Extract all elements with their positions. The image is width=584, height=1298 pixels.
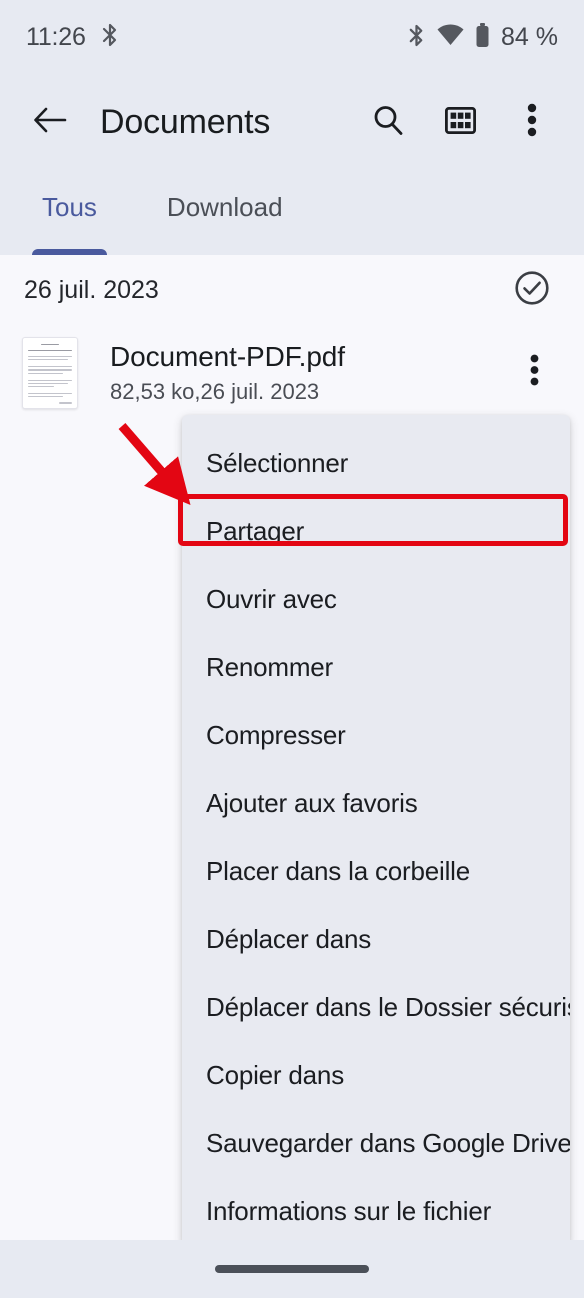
menu-item-copier-dans[interactable]: Copier dans (182, 1041, 570, 1109)
search-icon (372, 104, 404, 141)
menu-item-placer-dans-la-corbeille[interactable]: Placer dans la corbeille (182, 837, 570, 905)
menu-item-ajouter-aux-favoris[interactable]: Ajouter aux favoris (182, 769, 570, 837)
menu-item-deplacer-dans-dossier-securise[interactable]: Déplacer dans le Dossier sécurisé (182, 973, 570, 1041)
clock-time: 11:26 (26, 23, 86, 51)
overflow-menu-icon (527, 103, 537, 142)
status-bar-left: 11:26 (26, 22, 120, 53)
file-name: Document-PDF.pdf (110, 340, 345, 372)
grid-view-icon (444, 106, 476, 139)
file-overflow-button[interactable] (506, 345, 562, 401)
battery-percent: 84 % (501, 23, 558, 51)
tab-tous[interactable]: Tous (28, 186, 111, 258)
bluetooth-icon (100, 22, 120, 53)
overflow-menu-icon (530, 354, 539, 391)
tab-bar: Tous Download (0, 170, 584, 258)
date-group-header: 26 juil. 2023 (0, 255, 584, 325)
file-list-item[interactable]: Document-PDF.pdf 82,53 ko,26 juil. 2023 (0, 325, 584, 420)
back-button[interactable] (14, 105, 86, 140)
status-bar-right: 84 % (407, 22, 558, 53)
toolbar-overflow-button[interactable] (496, 87, 568, 159)
select-all-button[interactable] (504, 262, 560, 318)
page-title: Documents (100, 103, 271, 141)
search-button[interactable] (352, 87, 424, 159)
menu-item-ouvrir-avec[interactable]: Ouvrir avec (182, 565, 570, 633)
menu-item-renommer[interactable]: Renommer (182, 633, 570, 701)
check-circle-icon (514, 270, 550, 311)
menu-item-selectionner[interactable]: Sélectionner (182, 429, 570, 497)
system-navigation-bar (0, 1240, 584, 1298)
back-arrow-icon (33, 105, 67, 140)
menu-item-compresser[interactable]: Compresser (182, 701, 570, 769)
menu-item-deplacer-dans[interactable]: Déplacer dans (182, 905, 570, 973)
date-label: 26 juil. 2023 (24, 275, 159, 304)
menu-item-partager[interactable]: Partager (182, 497, 570, 565)
toolbar-actions (352, 87, 584, 159)
status-bar: 11:26 84 % (0, 0, 584, 75)
wifi-icon (437, 24, 464, 51)
battery-icon (475, 22, 490, 53)
tab-label: Tous (42, 192, 97, 222)
bluetooth-icon (407, 23, 426, 53)
menu-item-informations-sur-le-fichier[interactable]: Informations sur le fichier (182, 1177, 570, 1245)
grid-view-button[interactable] (424, 87, 496, 159)
file-meta: Document-PDF.pdf 82,53 ko,26 juil. 2023 (110, 341, 506, 405)
menu-item-sauvegarder-dans-google-drive[interactable]: Sauvegarder dans Google Drive (182, 1109, 570, 1177)
file-context-menu: Sélectionner Partager Ouvrir avec Renomm… (182, 415, 570, 1248)
tab-download[interactable]: Download (153, 186, 297, 248)
tab-label: Download (166, 192, 283, 222)
phone-screen: 11:26 84 % Documents Tous Download 26 ju… (0, 0, 584, 1298)
app-toolbar: Documents (0, 75, 584, 170)
gesture-pill[interactable] (215, 1265, 369, 1273)
file-subtitle: 82,53 ko,26 juil. 2023 (110, 378, 320, 404)
document-thumbnail (22, 336, 78, 409)
